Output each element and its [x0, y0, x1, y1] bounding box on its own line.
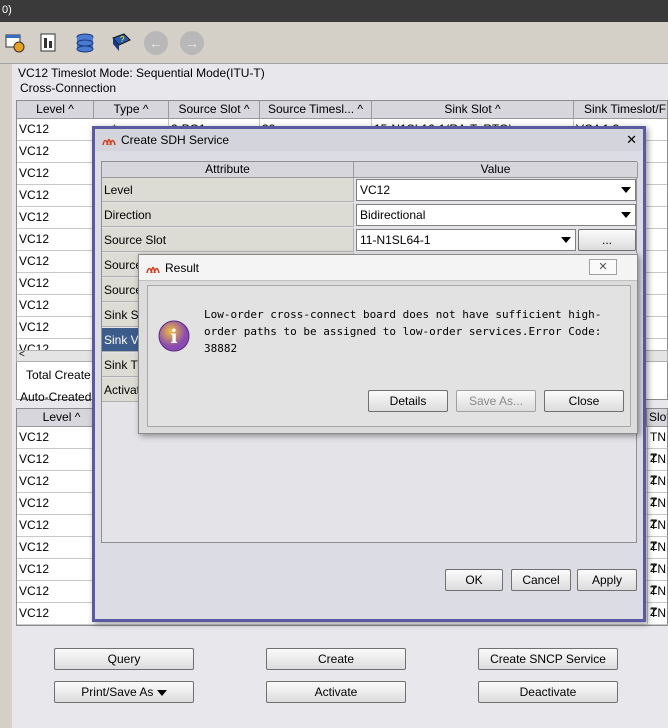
create-dialog-title-bar: Create SDH Service ✕ — [95, 129, 643, 151]
close-button[interactable]: Close — [544, 390, 624, 412]
attribute-column-header: Attribute — [102, 162, 354, 178]
auto-column-header-slot[interactable]: Slot — [647, 409, 667, 427]
info-icon: i — [158, 320, 190, 352]
level-cell: VC12 — [19, 540, 50, 554]
result-message: Low-order cross-connect board does not h… — [204, 308, 602, 355]
level-cell: VC12 — [19, 518, 50, 532]
column-header-level[interactable]: Level ^ — [17, 101, 94, 119]
level-cell: VC12 — [19, 188, 50, 202]
level-cell: VC12 — [19, 430, 50, 444]
level-cell: VC12 — [19, 210, 50, 224]
print-save-as-button[interactable]: Print/Save As — [54, 681, 194, 703]
level-cell: VC12 — [19, 452, 50, 466]
column-header-sink-timeslot[interactable]: Sink Timeslot/F — [574, 101, 667, 119]
details-button[interactable]: Details — [368, 390, 448, 412]
activate-button[interactable]: Activate — [266, 681, 406, 703]
result-dialog: Result ✕ i Low-order cross-connect board… — [138, 254, 638, 434]
chevron-down-icon — [561, 237, 571, 243]
select-value: 11-N1SL64-1 — [360, 233, 431, 247]
level-cell: VC12 — [19, 496, 50, 510]
export-icon[interactable] — [36, 30, 62, 56]
window-title-bar: 0) — [0, 0, 668, 22]
attribute-cell: Source Slot — [102, 228, 354, 252]
result-dialog-title: Result — [165, 261, 200, 275]
select-value: VC12 — [360, 183, 391, 197]
column-header-sink-slot[interactable]: Sink Slot ^ — [372, 101, 574, 119]
chevron-down-icon — [621, 212, 631, 218]
result-dialog-close-icon[interactable]: ✕ — [589, 259, 617, 275]
level-cell: VC12 — [19, 298, 50, 312]
create-dialog-close-icon[interactable]: ✕ — [626, 129, 637, 151]
level-cell: VC12 — [19, 474, 50, 488]
select-value: Bidirectional — [360, 208, 426, 222]
browse-button[interactable]: ... — [578, 229, 636, 251]
huawei-logo-icon — [102, 138, 116, 146]
direction-select[interactable]: Bidirectional — [356, 204, 636, 226]
level-cell: VC12 — [19, 144, 50, 158]
column-header-source-slot[interactable]: Source Slot ^ — [169, 101, 260, 119]
value-column-header: Value — [354, 162, 638, 178]
dropdown-arrow-icon — [156, 689, 167, 696]
ok-button[interactable]: OK — [445, 569, 503, 591]
level-cell: VC12 — [19, 320, 50, 334]
auto-created-label: Auto-Created — [20, 390, 92, 404]
level-select[interactable]: VC12 — [356, 179, 636, 201]
create-button[interactable]: Create — [266, 648, 406, 670]
toolbar: ? ← → — [0, 22, 668, 64]
timeslot-mode-label: VC12 Timeslot Mode: Sequential Mode(ITU-… — [18, 66, 265, 80]
chevron-down-icon — [621, 187, 631, 193]
window-title: 0) — [2, 4, 12, 16]
svg-text:i: i — [170, 326, 177, 348]
cancel-button[interactable]: Cancel — [511, 569, 571, 591]
database-icon[interactable] — [72, 30, 98, 56]
attribute-cell: Direction — [102, 203, 354, 227]
column-header-source-timeslot[interactable]: Source Timesl... ^ — [260, 101, 372, 119]
svg-text:?: ? — [120, 35, 125, 44]
forward-arrow-icon[interactable]: → — [180, 31, 204, 55]
create-dialog-title: Create SDH Service — [121, 133, 230, 147]
level-cell: VC12 — [19, 122, 50, 136]
huawei-logo-icon — [146, 266, 160, 274]
query-button[interactable]: Query — [54, 648, 194, 670]
level-cell: VC12 — [19, 254, 50, 268]
total-created-label: Total Create — [26, 368, 91, 382]
attribute-cell: Level — [102, 178, 354, 202]
level-cell: VC12 — [19, 562, 50, 576]
help-book-icon[interactable]: ? — [108, 30, 134, 56]
level-cell: VC12 — [19, 276, 50, 290]
slot-cell: TN Z — [647, 603, 667, 625]
print-save-as-label: Print/Save As — [81, 685, 154, 699]
level-cell: VC12 — [19, 606, 50, 620]
result-content-panel: i Low-order cross-connect board does not… — [147, 285, 631, 427]
apply-button[interactable]: Apply — [577, 569, 637, 591]
refresh-icon[interactable] — [2, 30, 28, 56]
level-cell: VC12 — [19, 584, 50, 598]
level-cell: VC12 — [19, 166, 50, 180]
result-dialog-title-bar: Result ✕ — [139, 255, 637, 281]
save-as-button[interactable]: Save As... — [456, 390, 536, 412]
level-cell: VC12 — [19, 232, 50, 246]
back-arrow-icon[interactable]: ← — [144, 31, 168, 55]
column-header-type[interactable]: Type ^ — [94, 101, 169, 119]
source-slot-select[interactable]: 11-N1SL64-1 — [356, 229, 576, 251]
deactivate-button[interactable]: Deactivate — [478, 681, 618, 703]
cross-connection-label: Cross-Connection — [20, 81, 117, 95]
create-sncp-service-button[interactable]: Create SNCP Service — [478, 648, 618, 670]
